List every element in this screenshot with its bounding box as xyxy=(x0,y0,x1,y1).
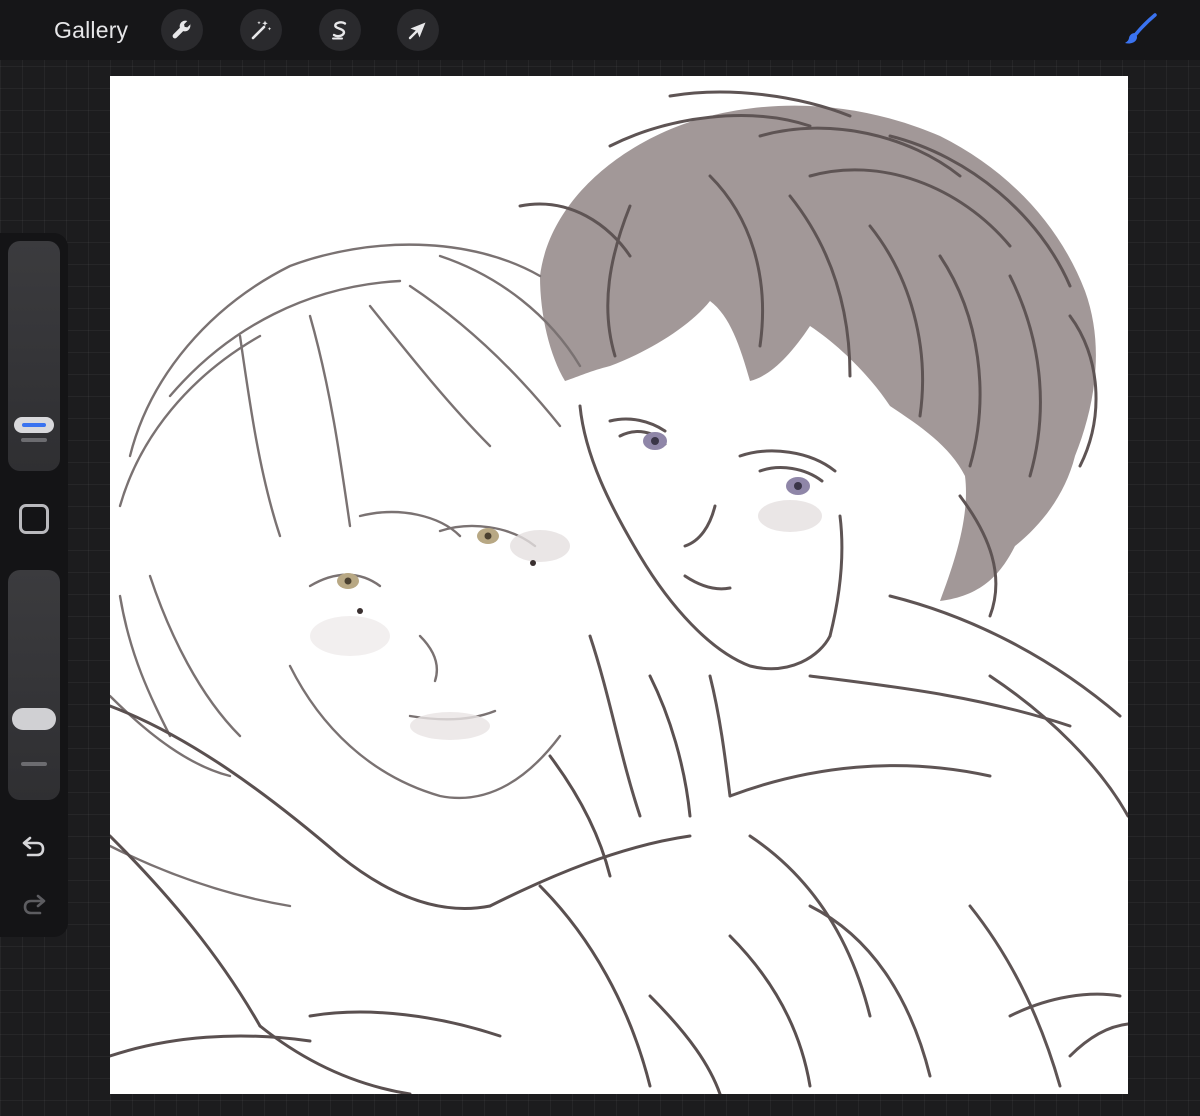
actions-button[interactable] xyxy=(161,9,203,51)
drawing-canvas[interactable] xyxy=(110,76,1128,1094)
selection-button[interactable] xyxy=(319,9,361,51)
brush-size-knob[interactable] xyxy=(14,417,54,433)
magic-wand-icon xyxy=(251,20,272,40)
transform-arrow-icon xyxy=(408,22,426,40)
size-indicator xyxy=(22,423,46,427)
procreate-app: Gallery xyxy=(0,0,1200,1116)
undo-icon xyxy=(22,836,45,857)
brush-opacity-slider[interactable] xyxy=(8,570,60,800)
selection-s-icon xyxy=(332,21,347,40)
size-tick xyxy=(21,438,47,442)
modify-button[interactable] xyxy=(19,504,49,534)
gallery-button[interactable]: Gallery xyxy=(54,14,128,46)
brush-tool-button[interactable] xyxy=(1118,10,1160,52)
transform-button[interactable] xyxy=(397,9,439,51)
left-sidebar xyxy=(0,233,68,937)
opacity-knob[interactable] xyxy=(12,708,56,730)
adjustments-button[interactable] xyxy=(240,9,282,51)
undo-button[interactable] xyxy=(18,830,50,862)
brush-size-slider[interactable] xyxy=(8,241,60,471)
opacity-tick xyxy=(21,762,47,766)
paintbrush-icon xyxy=(1125,13,1157,44)
top-toolbar: Gallery xyxy=(0,0,1200,60)
sketch-artwork xyxy=(110,90,1128,1094)
redo-icon xyxy=(23,894,46,915)
wrench-icon xyxy=(172,20,191,39)
redo-button[interactable] xyxy=(18,888,50,920)
